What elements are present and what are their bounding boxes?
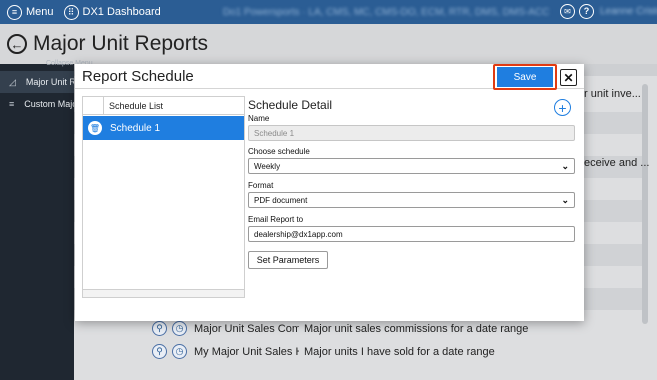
row-description-snippet: eceive and ... xyxy=(584,157,650,169)
dialog-title: Report Schedule xyxy=(82,68,194,85)
schedule-detail-title: Schedule Detail xyxy=(248,98,333,112)
user-name[interactable]: Leanne Cristo xyxy=(600,6,657,17)
back-arrow-icon[interactable]: ← xyxy=(7,34,27,54)
name-placeholder: Schedule 1 xyxy=(254,128,295,138)
add-schedule-icon[interactable]: + xyxy=(554,99,571,116)
dialog-header: Report Schedule Save ✕ xyxy=(75,64,584,90)
close-icon[interactable]: ✕ xyxy=(560,69,577,86)
save-button[interactable]: Save xyxy=(497,67,553,87)
schedule-list-scrollbar[interactable] xyxy=(83,289,244,297)
sidebar-item-label: Custom Major Unit Reports xyxy=(24,99,74,109)
menu-button[interactable]: ≡ Menu xyxy=(7,4,54,20)
name-label: Name xyxy=(248,114,270,123)
search-icon[interactable]: ⚲ xyxy=(152,344,167,359)
clock-icon[interactable]: ◷ xyxy=(172,321,187,336)
email-value: dealership@dx1app.com xyxy=(254,229,343,239)
format-select[interactable]: PDF document ⌄ xyxy=(248,192,575,208)
schedule-label: Choose schedule xyxy=(248,147,310,156)
schedule-list-header: Schedule List xyxy=(83,96,244,115)
schedule-detail: Schedule Detail + Name Schedule 1 Choose… xyxy=(248,96,578,296)
notifications-icon[interactable]: ✉ xyxy=(560,4,575,19)
dealer-info: Do1 Powersports · LA, CMS, MC, CMS-DO, E… xyxy=(222,6,550,18)
report-name: My Major Unit Sales His... xyxy=(194,345,299,358)
name-field[interactable]: Schedule 1 xyxy=(248,125,575,141)
chevron-down-icon: ⌄ xyxy=(561,195,569,205)
page-title: Major Unit Reports xyxy=(33,32,209,55)
sidebar-item-label: Major Unit Reports xyxy=(25,77,74,87)
format-label: Format xyxy=(248,181,274,190)
app-title: DX1 Dashboard xyxy=(82,6,161,18)
clock-icon[interactable]: ◷ xyxy=(172,344,187,359)
schedule-list: Schedule List 🗑 Schedule 1 xyxy=(82,96,245,298)
report-description: Major unit sales commissions for a date … xyxy=(304,322,529,335)
schedule-select[interactable]: Weekly ⌄ xyxy=(248,158,575,174)
schedule-list-title: Schedule List xyxy=(109,100,164,111)
help-icon[interactable]: ? xyxy=(579,4,594,19)
format-value: PDF document xyxy=(254,195,308,205)
table-row[interactable]: ⚲ ◷ My Major Unit Sales His... Major uni… xyxy=(152,341,647,362)
sidebar-item-major-unit-reports[interactable]: ◿ Major Unit Reports xyxy=(0,71,74,93)
set-parameters-button[interactable]: Set Parameters xyxy=(248,251,328,269)
report-name: Major Unit Sales Comm... xyxy=(194,322,299,335)
table-scrollbar[interactable] xyxy=(642,84,648,324)
list-icon: ≡ xyxy=(9,99,15,109)
top-bar: ≡ Menu ⠿ DX1 Dashboard Do1 Powersports ·… xyxy=(0,0,657,24)
sidebar: Collapse Menu ◿ Major Unit Reports ≡ Cus… xyxy=(0,60,93,380)
row-description-snippet: r unit inve... xyxy=(584,88,641,100)
chart-icon: ◿ xyxy=(9,76,16,87)
email-label: Email Report to xyxy=(248,215,304,224)
hamburger-icon: ≡ xyxy=(7,4,22,20)
trash-icon[interactable]: 🗑 xyxy=(88,121,102,135)
page-header: ← Major Unit Reports xyxy=(0,24,657,64)
search-icon[interactable]: ⚲ xyxy=(152,321,167,336)
report-description: Major units I have sold for a date range xyxy=(304,345,495,358)
email-field[interactable]: dealership@dx1app.com xyxy=(248,226,575,242)
table-row[interactable]: ⚲ ◷ Major Unit Sales Comm... Major unit … xyxy=(152,318,647,339)
dashboard-button[interactable]: ⠿ DX1 Dashboard xyxy=(63,4,161,20)
schedule-item-label: Schedule 1 xyxy=(110,122,161,134)
report-schedule-dialog: Report Schedule Save ✕ Schedule List 🗑 S… xyxy=(75,64,584,321)
grid-icon: ⠿ xyxy=(63,4,79,20)
list-item[interactable]: 🗑 Schedule 1 xyxy=(83,116,244,140)
schedule-value: Weekly xyxy=(254,161,281,171)
chevron-down-icon: ⌄ xyxy=(561,161,569,171)
schedule-list-header-spacer xyxy=(83,96,104,115)
sidebar-item-custom-major-unit-reports[interactable]: ≡ Custom Major Unit Reports xyxy=(0,93,74,115)
menu-label: Menu xyxy=(26,6,54,18)
